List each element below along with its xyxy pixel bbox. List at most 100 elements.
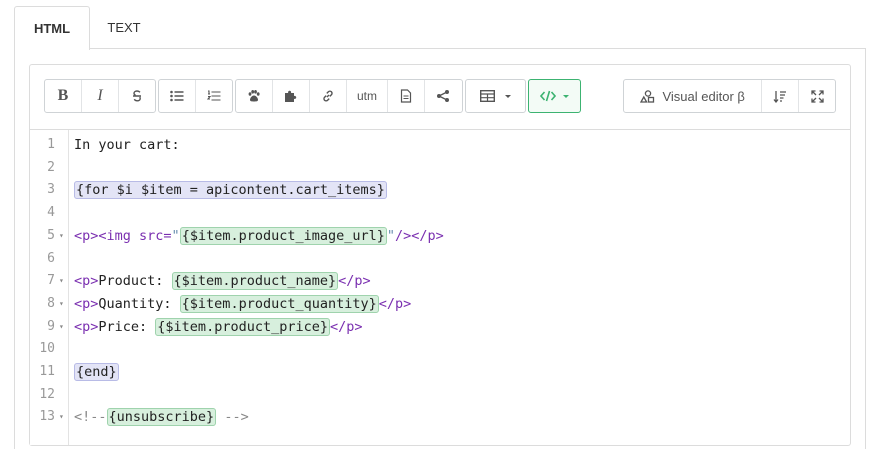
strikethrough-icon [133,90,141,102]
code-token: </p> [338,273,371,290]
code-token: </p> [378,295,412,312]
fold-toggle-icon[interactable]: ▾ [59,316,64,338]
code-line[interactable]: 11 {end} [30,361,850,383]
code-line[interactable]: 7 ▾ <p>Product: {$item.product_name} </p> [30,270,850,292]
fold-toggle-icon[interactable]: ▾ [59,225,64,247]
line-number: 9 [47,318,55,334]
format-group: B I [44,79,156,113]
line-number: 6 [47,250,55,266]
code-token: /></p> [395,227,444,244]
sort-button[interactable] [762,80,800,112]
code-line[interactable]: 10 [30,338,850,360]
line-number: 7 [47,273,55,289]
shapes-icon [640,89,655,103]
code-token: --> [216,409,249,426]
tab-html[interactable]: HTML [14,6,90,50]
visual-editor-label: Visual editor β [662,88,745,104]
caret-down-icon [504,94,511,98]
share-icon [437,90,449,102]
bold-button[interactable]: B [45,80,82,112]
code-token: <p><img [74,227,140,244]
utm-button[interactable]: utm [347,80,388,112]
code-icon [539,90,556,102]
code-line[interactable]: 5 ▾ <p><img src=" {$item.product_image_url}… [30,225,850,247]
template-variable: {unsubscribe} [106,408,217,427]
editor-mode-tabs: HTML TEXT [14,6,865,50]
document-button[interactable] [388,80,425,112]
caret-down-icon [562,94,569,98]
line-number: 3 [47,182,55,198]
template-variable: {$item.product_name} [171,272,339,291]
code-line[interactable]: 12 [30,384,850,406]
italic-button[interactable]: I [82,80,119,112]
template-variable: {end} [74,363,119,381]
code-text: {end} [74,361,119,383]
strikethrough-button[interactable] [119,80,155,112]
paw-button[interactable] [236,80,273,112]
table-icon [479,90,495,102]
line-number: 1 [47,137,55,152]
line-number: 4 [47,205,55,221]
code-token: <!-- [74,409,107,426]
code-token: </p> [329,318,363,335]
fold-toggle-icon[interactable]: ▾ [59,270,64,292]
code-token: " [386,227,396,244]
line-number: 12 [39,386,55,402]
template-variable: {$item.product_image_url} [179,226,387,245]
expand-icon [810,89,824,103]
code-text: <!-- {unsubscribe} --> [74,406,249,428]
code-text: <p>Product: {$item.product_name} </p> [74,270,371,292]
fullscreen-button[interactable] [799,80,835,112]
numbered-list-icon [207,90,221,101]
table-group [465,79,526,113]
tab-text[interactable]: TEXT [104,6,144,49]
visual-editor-button[interactable]: Visual editor β [624,80,763,112]
code-text: <p>Price: {$item.product_price} </p> [74,316,363,338]
code-token: In your cart: [74,137,180,153]
line-number: 10 [39,341,55,357]
line-number: 8 [47,295,55,311]
insert-group: utm [235,79,463,113]
code-token: <p> [74,318,99,335]
link-icon [323,90,333,102]
template-variable: {$item.product_price} [155,317,330,336]
bulleted-list-icon [170,90,184,102]
code-line[interactable]: 3 {for $i $item = apicontent.cart_items} [30,179,850,201]
bulleted-list-button[interactable] [159,80,196,112]
table-dropdown-button[interactable] [466,80,525,112]
line-number: 13 [39,409,55,425]
link-button[interactable] [310,80,347,112]
code-line[interactable]: 2 [30,157,850,179]
code-token: <p> [74,273,99,290]
fold-toggle-icon[interactable]: ▾ [59,293,64,315]
code-line[interactable]: 6 [30,248,850,270]
code-text: <p>Quantity: {$item.product_quantity} </p… [74,293,411,315]
code-token: Quantity: [98,295,180,312]
code-line[interactable]: 9 ▾ <p>Price: {$item.product_price} </p> [30,316,850,338]
document-icon [400,89,412,103]
share-button[interactable] [425,80,461,112]
code-line[interactable]: 4 [30,202,850,224]
code-token: src= [139,227,172,244]
code-text: In your cart: [74,134,180,156]
code-line[interactable]: 1 In your cart: [30,134,850,156]
source-code-dropdown-button[interactable] [529,80,580,112]
plugin-button[interactable] [273,80,310,112]
template-variable: {$item.product_quantity} [179,294,379,313]
view-group: Visual editor β [623,79,836,113]
fold-toggle-icon[interactable]: ▾ [59,406,64,428]
code-token: <p> [74,295,99,312]
line-number: 5 [47,227,55,243]
puzzle-icon [285,90,297,102]
source-group [528,79,581,113]
code-token: " [171,227,180,244]
code-area[interactable]: 1 In your cart: 2 3 {for $i $item = apiconte… [30,130,850,445]
template-variable: {for $i $item = apicontent.cart_items} [74,181,387,200]
sort-icon [773,90,787,103]
code-text: <p><img src=" {$item.product_image_url} "/… [74,225,444,247]
line-number: 11 [39,364,55,379]
code-line[interactable]: 13 ▾ <!-- {unsubscribe} --> [30,406,850,428]
code-token: Product: [98,273,172,290]
code-line[interactable]: 8 ▾ <p>Quantity: {$item.product_quantity} <… [30,293,850,315]
numbered-list-button[interactable] [196,80,232,112]
